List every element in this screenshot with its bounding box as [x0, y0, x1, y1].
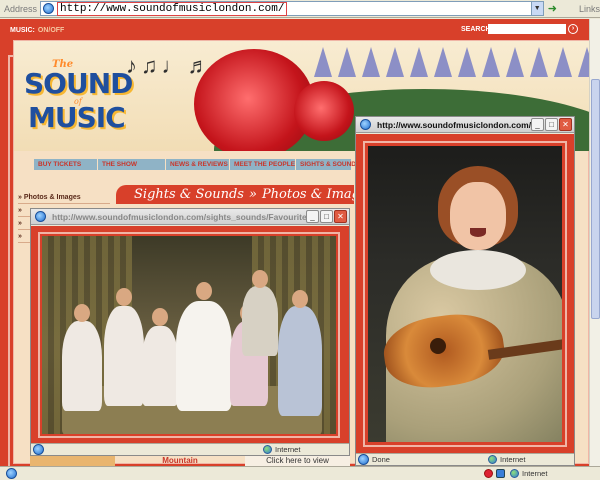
status-zone: Internet — [522, 469, 548, 478]
address-bar: Address http://www.soundofmusiclondon.co… — [0, 0, 600, 18]
ie-icon — [6, 468, 17, 479]
music-notes-icon: ♪♫♩♬ — [126, 53, 214, 78]
browser-status-bar: Internet — [0, 466, 600, 480]
section-part2: Photos & Images — [261, 187, 354, 202]
popup-status-zone: Internet — [500, 455, 526, 464]
top-strip: MUSIC: ON/OFF SEARCH › — [0, 19, 600, 41]
dropdown-arrow-icon[interactable]: ▼ — [530, 2, 543, 15]
maximize-icon[interactable]: □ — [320, 210, 333, 223]
address-input[interactable]: http://www.soundofmusiclondon.com/ ▼ — [40, 1, 544, 16]
popup-status-bar: Done Internet — [356, 453, 574, 465]
music-label: MUSIC: — [10, 26, 35, 34]
main-nav: BUY TICKETS THE SHOW NEWS & REVIEWS MEET… — [34, 159, 360, 170]
nav-the-show[interactable]: THE SHOW — [98, 159, 166, 170]
links-label[interactable]: Links — [579, 4, 600, 14]
page-scrollbar[interactable] — [589, 19, 600, 466]
ie-icon — [33, 444, 44, 455]
nav-sights-sounds[interactable]: SIGHTS & SOUNDS — [296, 159, 360, 170]
maximize-icon[interactable]: □ — [545, 118, 558, 131]
popup-blocker-icon[interactable] — [484, 469, 493, 478]
nav-buy-tickets[interactable]: BUY TICKETS — [34, 159, 98, 170]
ie-icon — [360, 119, 371, 130]
bottom-click-link[interactable]: Click here to view — [245, 455, 350, 466]
bottom-mountain-label[interactable]: Mountain — [115, 456, 245, 465]
popup-body — [356, 134, 574, 453]
ie-icon — [35, 211, 46, 222]
popup-status-text: Done — [372, 455, 390, 464]
popup-title-bar[interactable]: http://www.soundofmusiclondon.com/sights… — [31, 209, 349, 225]
globe-icon — [510, 469, 519, 478]
go-icon[interactable]: ➜ — [546, 2, 559, 16]
globe-icon — [263, 445, 272, 454]
scrollbar-thumb[interactable] — [591, 79, 600, 319]
logo-music: MUSIC — [28, 101, 126, 134]
close-icon[interactable]: ✕ — [559, 118, 572, 131]
sidebar-item-photos-images[interactable]: » Photos & Images — [18, 191, 110, 204]
trees-decoration — [314, 41, 589, 81]
maria-guitar-photo — [368, 146, 562, 442]
nav-meet-the-people[interactable]: MEET THE PEOPLE — [230, 159, 296, 170]
popup-window-left[interactable]: http://www.soundofmusiclondon.com/sights… — [30, 208, 350, 456]
logo-sound: SOUND — [24, 67, 133, 100]
globe-icon — [488, 455, 497, 464]
popup-window-right[interactable]: http://www.soundofmusiclondon.com/sight.… — [355, 116, 575, 466]
section-arrow: » — [248, 187, 257, 202]
bottom-strip-segment — [30, 455, 115, 466]
popup-status-zone: Internet — [275, 445, 301, 454]
popup-title: http://www.soundofmusiclondon.com/sight.… — [377, 119, 542, 130]
close-icon[interactable]: ✕ — [334, 210, 347, 223]
popup-body — [31, 226, 349, 443]
popup-status-bar: Internet — [31, 443, 349, 455]
address-url[interactable]: http://www.soundofmusiclondon.com/ — [57, 1, 288, 16]
minimize-icon[interactable]: _ — [306, 210, 319, 223]
search-label: SEARCH — [461, 26, 491, 33]
security-icon — [496, 469, 505, 478]
popup-title-bar[interactable]: http://www.soundofmusiclondon.com/sight.… — [356, 117, 574, 133]
search-go-icon[interactable]: › — [568, 24, 578, 34]
site-logo[interactable]: The SOUND of MUSIC — [24, 59, 134, 139]
ie-icon — [358, 454, 369, 465]
section-part1: Sights & Sounds — [134, 187, 244, 202]
ie-icon — [43, 3, 55, 14]
search-input[interactable] — [488, 24, 566, 34]
address-label: Address — [4, 3, 38, 14]
minimize-icon[interactable]: _ — [531, 118, 544, 131]
nav-news-reviews[interactable]: NEWS & REVIEWS — [166, 159, 230, 170]
music-toggle[interactable]: ON/OFF — [38, 27, 64, 34]
rose-image — [294, 81, 354, 141]
sidebar-item-label: Photos & Images — [23, 194, 81, 201]
popup-title: http://www.soundofmusiclondon.com/sights… — [52, 211, 311, 222]
section-heading: Sights & Sounds » Photos & Images — [116, 185, 354, 204]
von-trapp-children-photo — [42, 236, 336, 434]
bottom-strip: Mountain Click here to view — [30, 455, 350, 466]
